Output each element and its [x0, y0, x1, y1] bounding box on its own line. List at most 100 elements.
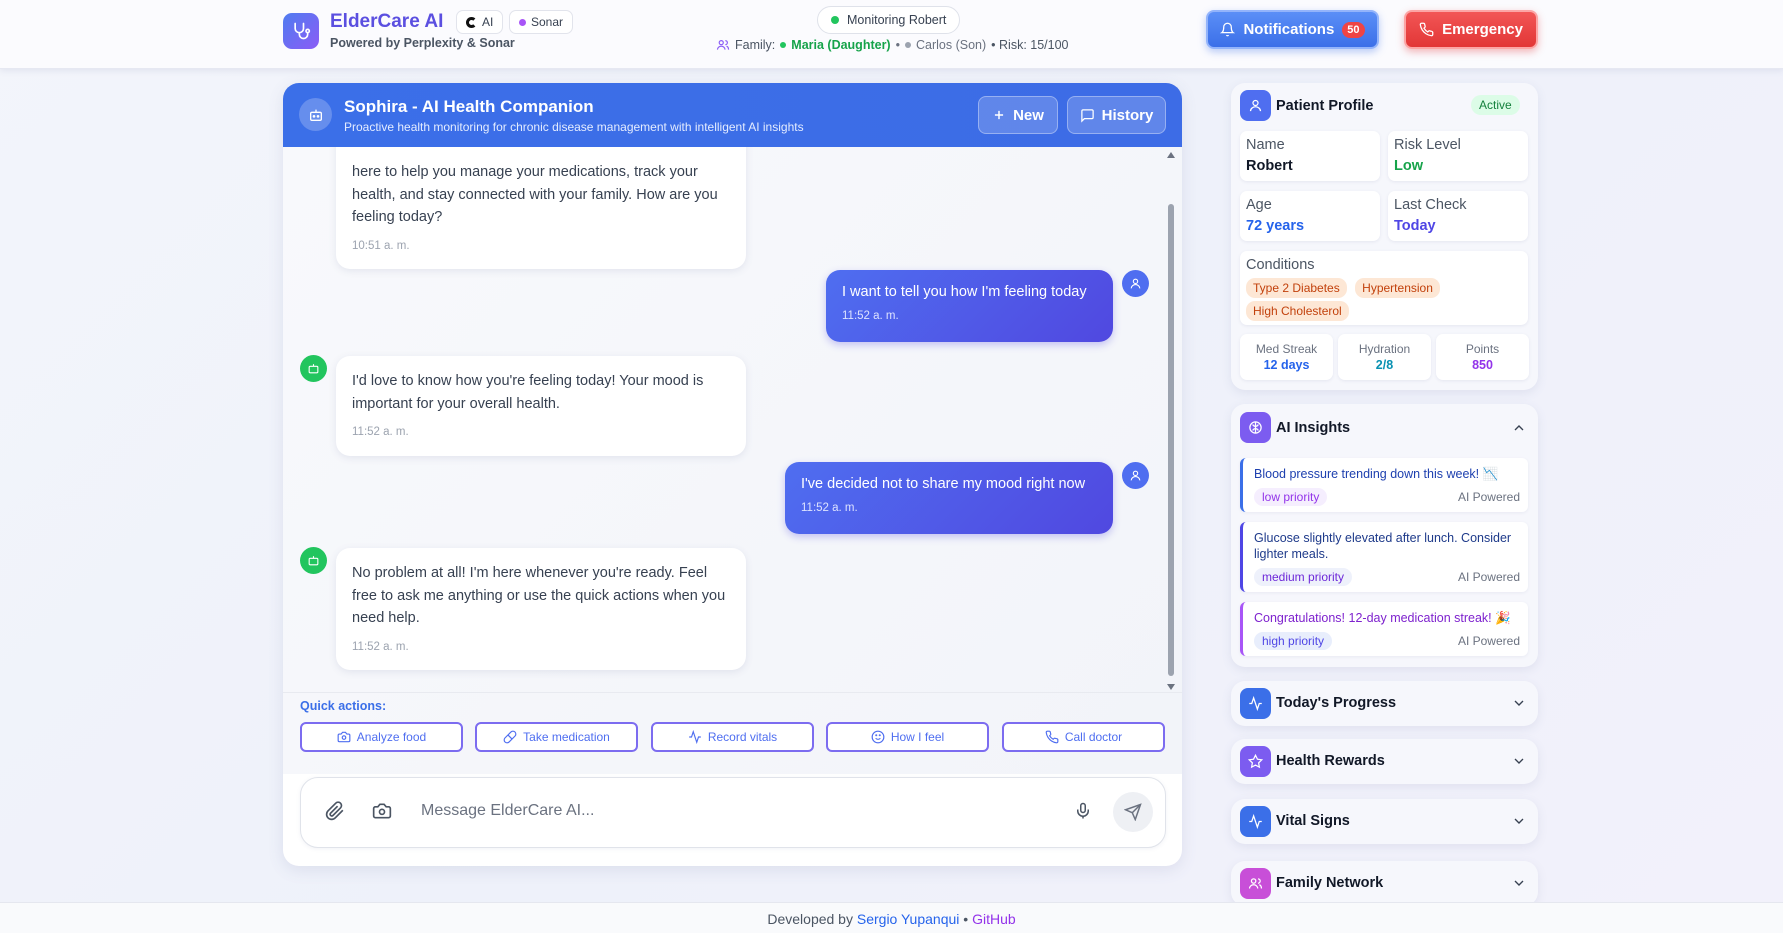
profile-last-check-value: Today	[1394, 218, 1436, 234]
insight-item[interactable]: Congratulations! 12-day medication strea…	[1240, 602, 1528, 656]
risk-score: • Risk: 15/100	[991, 38, 1069, 52]
insight-text: Blood pressure trending down this week! …	[1254, 467, 1499, 481]
users-icon	[1240, 868, 1271, 899]
activity-icon	[1240, 688, 1271, 719]
star-icon	[1240, 746, 1271, 777]
quick-analyze-food-button[interactable]: Analyze food	[300, 722, 463, 752]
github-link[interactable]: GitHub	[972, 911, 1016, 927]
footer-separator: •	[963, 911, 969, 927]
notifications-button[interactable]: Notifications 50	[1206, 10, 1379, 49]
message-text: I've decided not to share my mood right …	[801, 476, 1086, 492]
plus-icon	[994, 110, 1004, 120]
monitoring-label: Monitoring Robert	[847, 13, 947, 27]
user-avatar-icon	[1122, 270, 1149, 297]
users-icon	[716, 40, 730, 50]
section-title: Vital Signs	[1276, 813, 1350, 829]
quick-action-label: Record vitals	[707, 730, 778, 744]
quick-action-label: How I feel	[890, 730, 945, 744]
message-text: I'd love to know how you're feeling toda…	[352, 373, 704, 412]
user-avatar-icon	[1122, 462, 1149, 489]
phone-icon	[1045, 730, 1059, 744]
new-chat-button[interactable]: New	[978, 96, 1058, 134]
message-time: 11:52 a. m.	[842, 310, 899, 322]
chat-title: Sophira - AI Health Companion	[344, 97, 594, 116]
emergency-label: Emergency	[1442, 21, 1523, 38]
quick-call-doctor-button[interactable]: Call doctor	[1002, 722, 1165, 752]
brand-title: ElderCare AI	[330, 11, 444, 32]
user-message: I want to tell you how I'm feeling today…	[826, 270, 1113, 342]
chat-header: Sophira - AI Health Companion Proactive …	[283, 83, 1182, 147]
emergency-button[interactable]: Emergency	[1404, 10, 1538, 49]
insight-item[interactable]: Glucose slightly elevated after lunch. C…	[1240, 522, 1528, 592]
send-button[interactable]	[1113, 792, 1153, 832]
message-input[interactable]: Message ElderCare AI...	[421, 802, 594, 820]
stat-value: 12 days	[1263, 358, 1310, 372]
chat-scrollbar[interactable]	[1165, 147, 1177, 692]
chevron-down-icon[interactable]	[1511, 875, 1527, 891]
online-dot-icon	[780, 42, 787, 48]
stat-label: Hydration	[1358, 342, 1411, 356]
message-list[interactable]: here to help you manage your medications…	[283, 147, 1182, 774]
insight-text: Glucose slightly elevated after lunch. C…	[1254, 531, 1512, 561]
health-rewards-section[interactable]: Health Rewards	[1231, 739, 1538, 784]
camera-icon[interactable]	[372, 801, 392, 821]
bot-avatar-icon	[300, 355, 327, 382]
insight-source: AI Powered	[1457, 490, 1520, 504]
scroll-down-arrow-icon[interactable]	[1167, 684, 1175, 690]
brain-icon	[1240, 412, 1271, 443]
conditions-label: Conditions	[1246, 257, 1315, 273]
profile-last-check-label: Last Check	[1394, 197, 1467, 213]
section-title: Health Rewards	[1276, 753, 1385, 769]
quick-actions-label: Quick actions:	[300, 699, 387, 713]
profile-risk-label: Risk Level	[1394, 137, 1461, 153]
history-label: History	[1101, 106, 1154, 124]
author-link[interactable]: Sergio Yupanqui	[857, 911, 960, 927]
family-member-carlos[interactable]: Carlos (Son)	[916, 38, 986, 52]
status-dot-icon	[831, 16, 839, 24]
microphone-icon[interactable]	[1074, 801, 1092, 821]
insight-text: Congratulations! 12-day medication strea…	[1254, 611, 1511, 625]
scrollbar-thumb[interactable]	[1168, 204, 1174, 676]
ai-ring-icon	[466, 16, 477, 28]
vital-signs-section[interactable]: Vital Signs	[1231, 799, 1538, 844]
todays-progress-section[interactable]: Today's Progress	[1231, 681, 1538, 726]
quick-how-i-feel-button[interactable]: How I feel	[826, 722, 989, 752]
insight-item[interactable]: Blood pressure trending down this week! …	[1240, 458, 1528, 512]
footer-prefix: Developed by	[767, 911, 853, 927]
paperclip-icon[interactable]	[325, 801, 345, 821]
stat-med-streak: Med Streak 12 days	[1240, 334, 1333, 380]
chevron-down-icon[interactable]	[1511, 753, 1527, 769]
stethoscope-icon[interactable]	[283, 13, 319, 49]
chevron-down-icon[interactable]	[1511, 695, 1527, 711]
chevron-down-icon[interactable]	[1511, 813, 1527, 829]
condition-tag: High Cholesterol	[1246, 301, 1349, 321]
message-square-icon	[1080, 108, 1094, 123]
quick-record-vitals-button[interactable]: Record vitals	[651, 722, 814, 752]
stat-label: Points	[1465, 342, 1500, 356]
patient-profile-title: Patient Profile	[1276, 98, 1374, 114]
message-time: 11:52 a. m.	[801, 502, 858, 514]
profile-last-check: Last Check Today	[1388, 191, 1528, 241]
insight-source: AI Powered	[1457, 634, 1520, 648]
section-title: Family Network	[1276, 875, 1384, 891]
quick-action-label: Take medication	[523, 730, 610, 744]
message-text: here to help you manage your medications…	[352, 164, 718, 225]
message-time: 11:52 a. m.	[352, 640, 409, 653]
profile-risk-value: Low	[1394, 158, 1423, 174]
chevron-up-icon[interactable]	[1511, 420, 1527, 436]
priority-badge: high priority	[1254, 632, 1333, 650]
message-text: No problem at all! I'm here whenever you…	[352, 565, 726, 626]
profile-conditions: Conditions Type 2 Diabetes Hypertension …	[1240, 251, 1528, 325]
quick-take-medication-button[interactable]: Take medication	[475, 722, 638, 752]
sonar-badge: Sonar	[509, 10, 574, 34]
priority-badge: low priority	[1254, 488, 1328, 506]
stat-hydration: Hydration 2/8	[1338, 334, 1431, 380]
profile-age-label: Age	[1246, 197, 1272, 213]
family-member-maria[interactable]: Maria (Daughter)	[791, 38, 890, 52]
history-button[interactable]: History	[1067, 96, 1166, 134]
quick-actions: Analyze food Take medication Record vita…	[300, 722, 1168, 752]
notifications-label: Notifications	[1243, 21, 1335, 38]
scroll-up-arrow-icon[interactable]	[1167, 152, 1175, 158]
quick-action-label: Analyze food	[356, 730, 427, 744]
family-network-section[interactable]: Family Network	[1231, 861, 1538, 906]
